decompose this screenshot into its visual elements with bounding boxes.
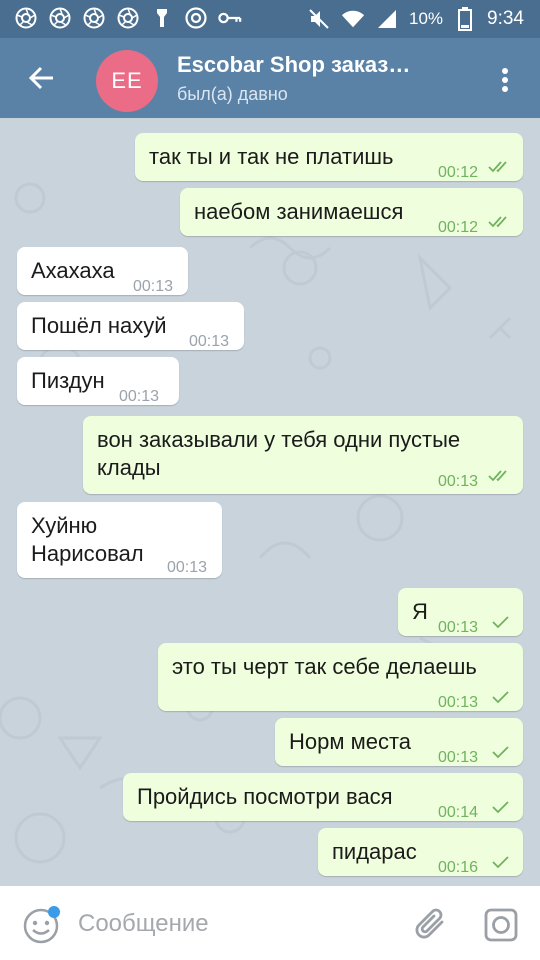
check-icon: [492, 691, 509, 704]
notification-icons: [14, 6, 242, 30]
message-bubble[interactable]: Пошёл нахуй 00:13: [17, 302, 244, 350]
message-bubble[interactable]: Пройдись посмотри вася 00:14: [123, 773, 523, 821]
system-icons: 10% 9:34: [307, 6, 524, 32]
message-input[interactable]: [78, 904, 378, 944]
message-text: Пошёл нахуй: [31, 313, 167, 338]
camera-button[interactable]: [482, 906, 520, 944]
check-icon: [492, 746, 509, 759]
message-text: наебом занимаешся: [194, 199, 404, 224]
message-composer: [0, 886, 540, 960]
avatar[interactable]: EE: [96, 50, 158, 112]
flashlight-icon: [150, 6, 174, 30]
camera-shutter-icon: [116, 6, 140, 30]
camera-shutter-icon: [48, 6, 72, 30]
message-bubble[interactable]: наебом занимаешся 00:12: [180, 188, 523, 236]
camera-icon: [484, 908, 518, 942]
message-time: 00:14: [438, 804, 479, 821]
back-arrow-icon: [29, 66, 53, 90]
key-icon: [218, 6, 242, 30]
emoji-button[interactable]: [22, 906, 60, 944]
message-text: это ты черт так себе делаешь: [172, 654, 477, 679]
message-text: Норм места: [289, 729, 412, 754]
message-bubble[interactable]: Ахахаха 00:13: [17, 247, 188, 295]
message-text: Пройдись посмотри вася: [137, 784, 393, 809]
message-text: Я: [412, 599, 428, 624]
battery-icon: [453, 7, 477, 31]
message-bubble[interactable]: пидарас 00:16: [318, 828, 523, 876]
message-bubble[interactable]: это ты черт так себе делаешь 00:13: [158, 643, 523, 711]
message-text-line: Нарисовал: [31, 541, 144, 566]
message-bubble[interactable]: так ты и так не платишь 00:12: [135, 133, 523, 181]
message-time: 00:13: [438, 749, 479, 766]
check-icon: [492, 801, 509, 814]
last-seen-status: был(а) давно: [177, 84, 288, 104]
message-time: 00:12: [438, 219, 479, 236]
message-text: Пиздун: [31, 368, 105, 393]
paperclip-icon: [415, 908, 444, 939]
double-check-icon: [488, 161, 507, 173]
message-time: 00:13: [438, 694, 479, 711]
message-bubble[interactable]: Я 00:13: [398, 588, 523, 636]
message-bubble[interactable]: Норм места 00:13: [275, 718, 523, 766]
message-bubble[interactable]: вон заказывали у тебя одни пустые клады …: [83, 416, 523, 494]
message-bubble[interactable]: Пиздун 00:13: [17, 357, 179, 405]
double-check-icon: [488, 470, 507, 482]
message-text: пидарас: [332, 839, 417, 864]
status-bar: 10% 9:34: [0, 0, 540, 38]
emoji-icon: [23, 906, 60, 944]
message-time: 00:13: [189, 333, 230, 350]
signal-icon: [375, 7, 399, 31]
chat-header: EE Escobar Shop заказ… был(а) давно: [0, 38, 540, 118]
more-menu-button[interactable]: [490, 62, 520, 98]
message-time: 00:13: [167, 559, 208, 576]
check-icon: [492, 616, 509, 629]
message-list[interactable]: так ты и так не платишь 00:12 наебом зан…: [0, 118, 540, 886]
chrome-icon: [184, 6, 208, 30]
message-time: 00:13: [133, 278, 174, 295]
wifi-icon: [341, 7, 365, 31]
double-check-icon: [488, 216, 507, 228]
clock: 9:34: [487, 8, 524, 29]
message-time: 00:13: [438, 473, 479, 490]
message-time: 00:13: [438, 619, 479, 636]
message-text: Ахахаха: [31, 258, 115, 283]
message-time: 00:16: [438, 859, 479, 876]
attach-button[interactable]: [412, 906, 450, 944]
battery-percent: 10%: [408, 9, 444, 28]
camera-shutter-icon: [14, 6, 38, 30]
check-icon: [492, 856, 509, 869]
message-text-line: клады: [97, 455, 161, 480]
chat-title[interactable]: Escobar Shop заказ…: [177, 52, 410, 78]
camera-shutter-icon: [82, 6, 106, 30]
message-time: 00:13: [119, 388, 160, 405]
back-button[interactable]: [22, 58, 62, 98]
mute-icon: [307, 7, 331, 31]
message-time: 00:12: [438, 164, 479, 181]
message-text: так ты и так не платишь: [149, 144, 394, 169]
message-bubble[interactable]: Хуйню Нарисовал 00:13: [17, 502, 222, 578]
more-vert-icon: [502, 68, 508, 92]
